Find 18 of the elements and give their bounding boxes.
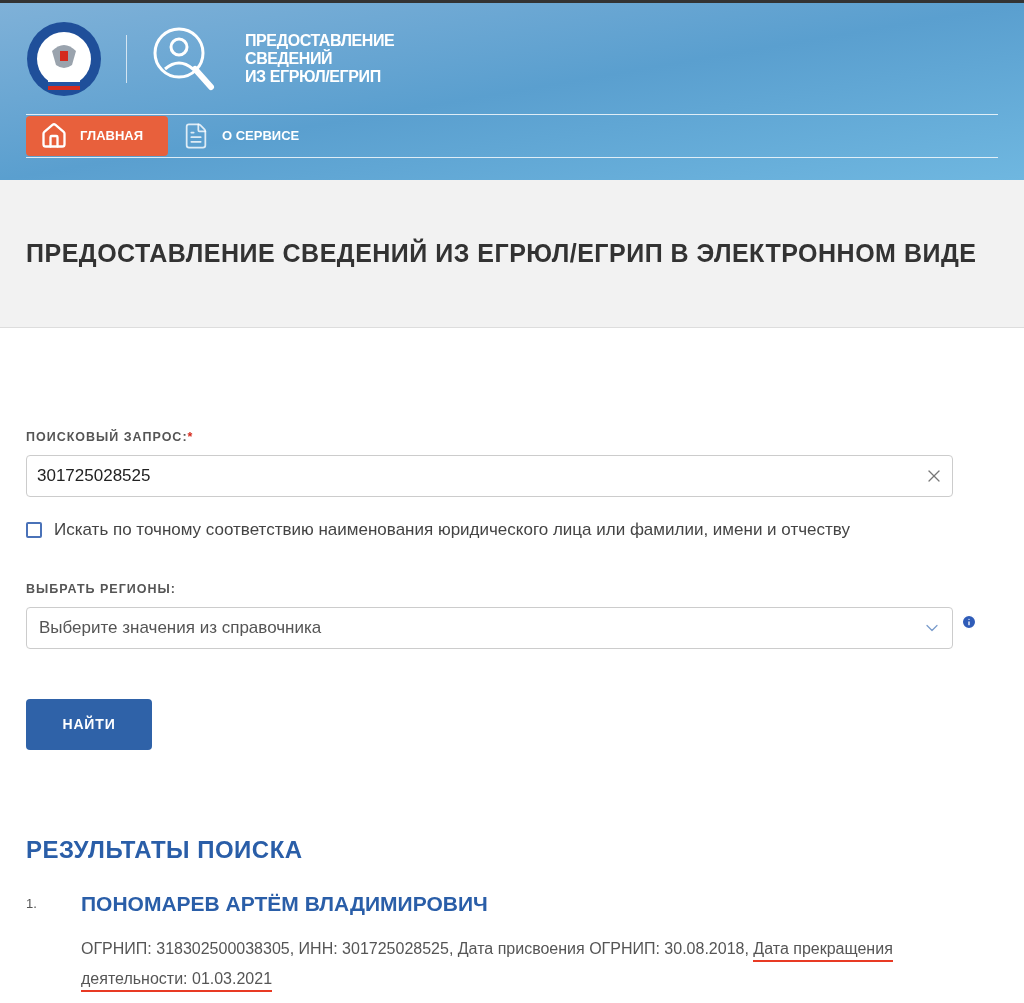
checkbox-label: Искать по точному соответствию наименования юридического лица или фамилии, имени и отчеству (54, 518, 850, 541)
search-button[interactable]: НАЙТИ (26, 699, 152, 750)
results-heading: РЕЗУЛЬТАТЫ ПОИСКА (26, 835, 304, 865)
result-name-link[interactable]: ПОНОМАРЕВ АРТЁМ ВЛАДИМИРОВИЧ (81, 888, 998, 920)
service-title: ПРЕДОСТАВЛЕНИЕ (245, 31, 395, 49)
home-icon (40, 122, 68, 150)
checkbox[interactable] (26, 521, 42, 538)
regions-select[interactable]: Выберите значения из справочника (26, 607, 953, 649)
search-field[interactable]: 301725028525 (26, 454, 953, 497)
field-label: ВЫБРАТЬ РЕГИОНЫ: (26, 581, 177, 599)
result-details: ОГРНИП: 318302500038305, ИНН: 301725028525, Дата присвоения ОГРНИП: 30.08.2018, Дата прекращения деятельности: 01.03.2021 (81, 933, 911, 994)
service-title: ИЗ ЕГРЮЛ/ЕГРИП (245, 67, 382, 86)
nav-tab[interactable]: ГЛАВНАЯ (26, 116, 168, 156)
result-number: 1. (26, 895, 38, 913)
field-label: ПОИСКОВЫЙ ЗАПРОС:* (26, 428, 195, 446)
service-title: СВЕДЕНИЙ (245, 49, 334, 68)
info-icon[interactable] (961, 614, 977, 630)
page-title: ПРЕДОСТАВЛЕНИЕ СВЕДЕНИЙ ИЗ ЕГРЮЛ/ЕГРИП В ЭЛЕКТРОННОМ ВИДЕ (26, 237, 977, 269)
